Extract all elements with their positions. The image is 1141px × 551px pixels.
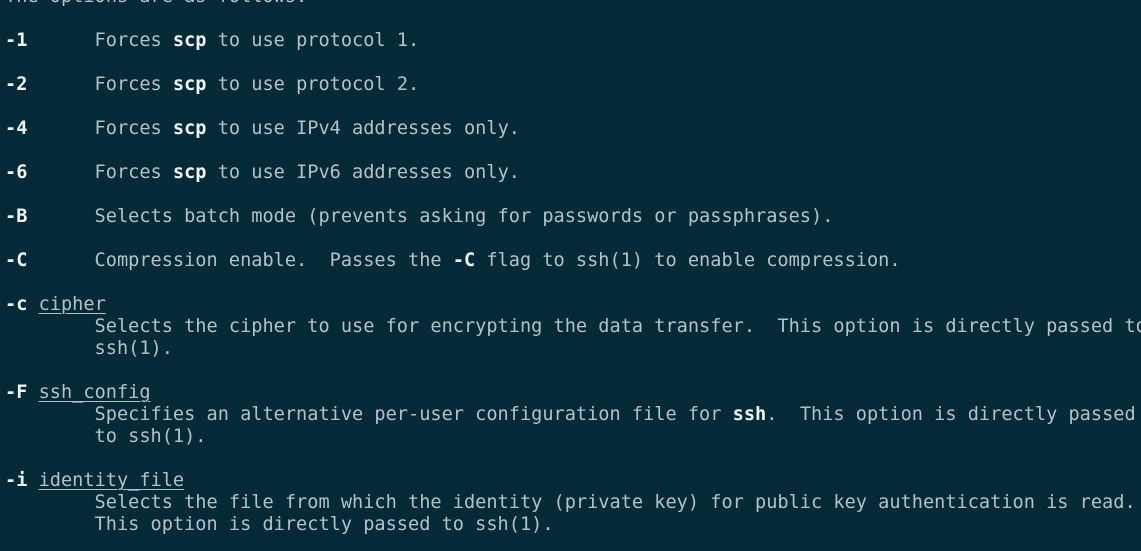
plain-text: Selects the file from which the identity… [5, 492, 1136, 513]
plain-text: ssh(1). [5, 338, 173, 359]
man-line-blank-2 [5, 52, 1141, 74]
man-line-blank-6 [5, 228, 1141, 250]
plain-text: to use protocol 2. [206, 74, 420, 95]
bold-text: -2 [5, 74, 28, 95]
underlined-argument: ssh_config [38, 382, 151, 403]
plain-text [27, 382, 38, 403]
man-line-opt-4: -4 Forces scp to use IPv4 addresses only… [5, 118, 1141, 140]
man-line-blank-9 [5, 448, 1141, 470]
bold-text: scp [172, 118, 207, 139]
man-line-blank-7 [5, 272, 1141, 294]
man-line-opt-B: -B Selects batch mode (prevents asking f… [5, 206, 1141, 228]
plain-text: Compression enable. Passes the [27, 250, 453, 271]
plain-text: Forces [27, 162, 173, 183]
man-line-opt-F-desc-2: to ssh(1). [5, 426, 1141, 448]
man-line-opt-C-upper: -C Compression enable. Passes the -C fla… [5, 250, 1141, 272]
man-line-opt-c-lower: -c cipher [5, 294, 1141, 316]
plain-text: Selects batch mode (prevents asking for … [27, 206, 834, 227]
bold-text: -C [452, 250, 476, 271]
man-page-text: The options are as follows: -1 Forces sc… [5, 0, 1141, 536]
man-line-opt-i: -i identity_file [5, 470, 1141, 492]
plain-text [27, 294, 38, 315]
man-line-intro: The options are as follows: [5, 0, 1141, 8]
bold-text: scp [172, 74, 207, 95]
bold-text: -i [5, 470, 28, 491]
man-line-blank-4 [5, 140, 1141, 162]
man-line-blank-3 [5, 96, 1141, 118]
man-line-blank-1 [5, 8, 1141, 30]
bold-text: -F [5, 382, 28, 403]
man-line-opt-2: -2 Forces scp to use protocol 2. [5, 74, 1141, 96]
bold-text: -c [5, 294, 28, 315]
plain-text: Forces [27, 118, 173, 139]
bold-text: -6 [5, 162, 28, 183]
plain-text [27, 470, 38, 491]
man-line-opt-F-desc-1: Specifies an alternative per-user config… [5, 404, 1141, 426]
bold-text: -B [5, 206, 28, 227]
plain-text: Specifies an alternative per-user config… [5, 404, 733, 425]
plain-text: to use protocol 1. [206, 30, 420, 51]
underlined-argument: identity_file [38, 470, 185, 491]
man-line-opt-F: -F ssh_config [5, 382, 1141, 404]
man-line-opt-1: -1 Forces scp to use protocol 1. [5, 30, 1141, 52]
man-line-opt-c-lower-desc-1: Selects the cipher to use for encrypting… [5, 316, 1141, 338]
plain-text: The options are as follows: [5, 0, 307, 7]
bold-text: -C [5, 250, 28, 271]
bold-text: ssh [732, 404, 767, 425]
bold-text: -1 [5, 30, 28, 51]
plain-text: This option is directly passed to ssh(1)… [5, 514, 554, 535]
plain-text: Forces [27, 74, 173, 95]
bold-text: -4 [5, 118, 28, 139]
underlined-argument: cipher [38, 294, 106, 315]
plain-text: Selects the cipher to use for encrypting… [5, 316, 1141, 337]
bold-text: scp [172, 30, 207, 51]
man-line-blank-5 [5, 184, 1141, 206]
man-line-opt-i-desc-1: Selects the file from which the identity… [5, 492, 1141, 514]
man-line-opt-c-lower-desc-2: ssh(1). [5, 338, 1141, 360]
man-line-opt-6: -6 Forces scp to use IPv6 addresses only… [5, 162, 1141, 184]
plain-text: . This option is directly passed [766, 404, 1136, 425]
man-line-opt-i-desc-2: This option is directly passed to ssh(1)… [5, 514, 1141, 536]
man-line-blank-8 [5, 360, 1141, 382]
bold-text: scp [172, 162, 207, 183]
terminal-window[interactable]: The options are as follows: -1 Forces sc… [0, 0, 1141, 551]
plain-text: to ssh(1). [5, 426, 207, 447]
plain-text: to use IPv4 addresses only. [206, 118, 520, 139]
plain-text: flag to ssh(1) to enable compression. [475, 250, 901, 271]
plain-text: to use IPv6 addresses only. [206, 162, 520, 183]
plain-text: Forces [27, 30, 173, 51]
